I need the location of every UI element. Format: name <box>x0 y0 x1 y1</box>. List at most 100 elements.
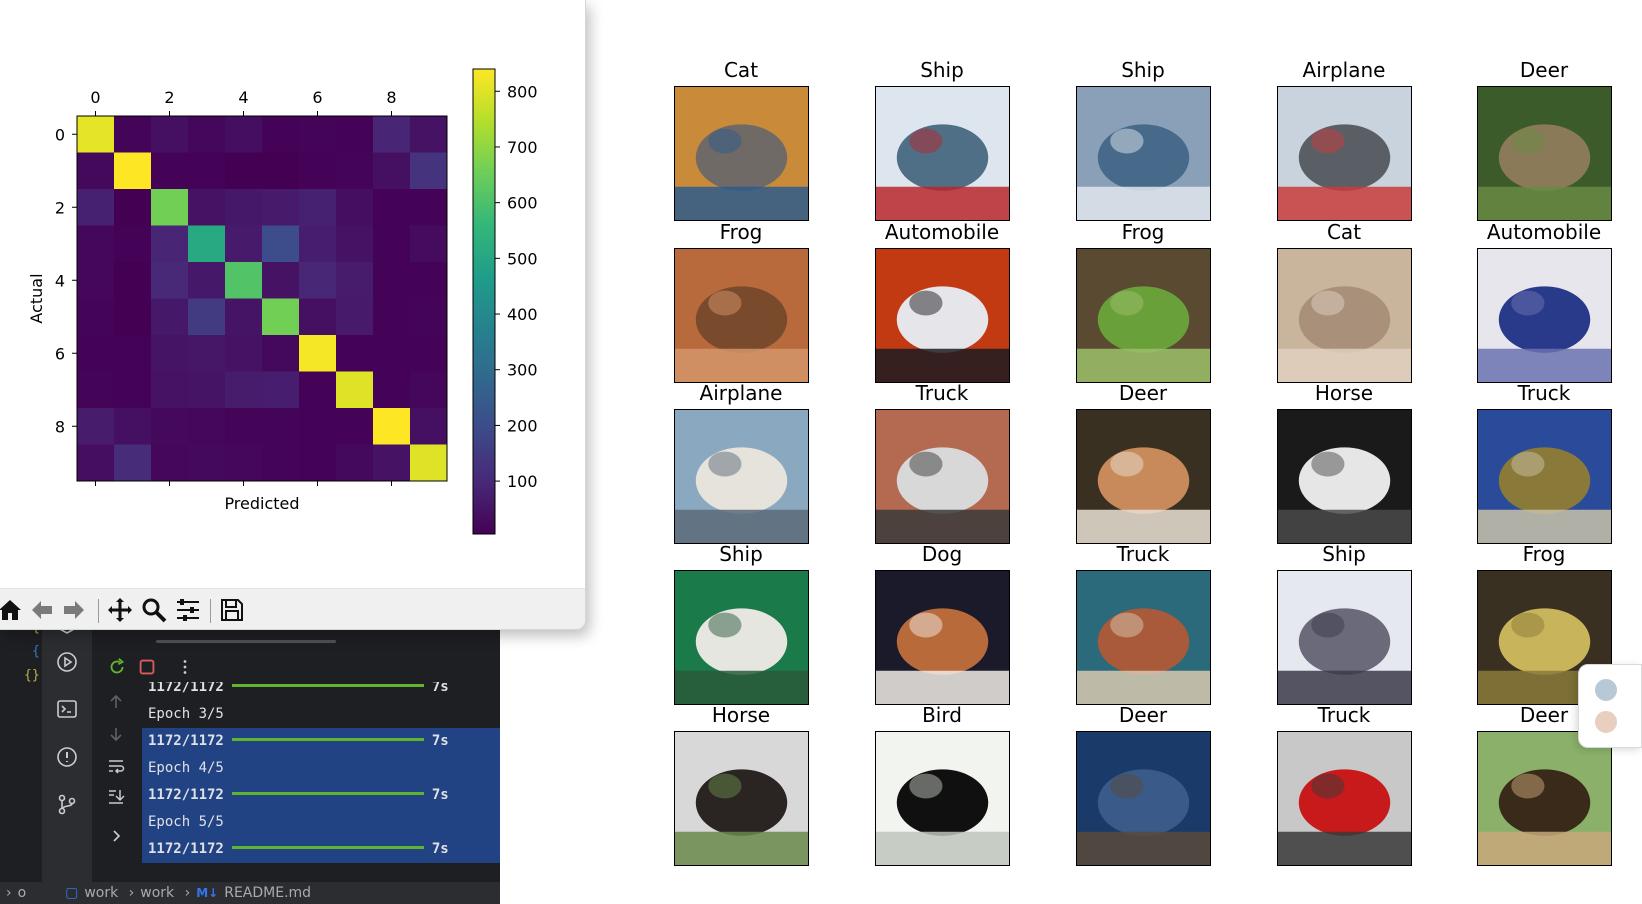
console-line: 1172/1172 7s <box>142 782 500 809</box>
heatmap-cell <box>188 152 226 190</box>
floating-chat-widget[interactable] <box>1578 664 1642 748</box>
x-tick-label: 0 <box>90 88 100 107</box>
avatar[interactable] <box>1593 709 1619 735</box>
sample-title: Ship <box>1322 542 1366 566</box>
console-line-text: 1172/1172 <box>148 733 224 749</box>
more-options-icon[interactable] <box>174 656 196 678</box>
ide-window: { { {} <box>0 614 500 904</box>
sample-image <box>1277 248 1412 383</box>
breadcrumb-separator-icon: › <box>128 885 135 901</box>
heatmap-cell <box>225 335 263 372</box>
sample-title: Frog <box>1522 542 1566 566</box>
heatmap-cell <box>410 298 448 336</box>
soft-wrap-icon[interactable] <box>106 756 126 776</box>
chevron-right-icon[interactable] <box>106 826 126 846</box>
heatmap-cell <box>410 225 448 263</box>
colorbar <box>472 68 496 535</box>
heatmap-cell <box>336 408 374 445</box>
sample-title: Deer <box>1118 703 1168 727</box>
console-line-text: Epoch 4/5 <box>148 760 224 776</box>
heatmap-cell <box>225 408 263 445</box>
heatmap-cell <box>299 444 337 482</box>
console-line-text: Epoch 3/5 <box>148 706 224 722</box>
scrollbar-thumb[interactable] <box>156 640 336 643</box>
git-icon[interactable] <box>55 792 79 816</box>
heatmap-cell <box>151 408 189 445</box>
x-tick-label: 8 <box>386 88 396 107</box>
sample-title: Truck <box>1317 703 1371 727</box>
heatmap-cell <box>373 225 411 263</box>
breadcrumb-item[interactable]: README.md <box>224 885 311 901</box>
heatmap-cell <box>262 225 300 263</box>
sample-image <box>674 248 809 383</box>
heatmap-cell <box>225 116 263 153</box>
sample-title: Horse <box>1314 381 1374 405</box>
avatar[interactable] <box>1593 677 1619 703</box>
heatmap-cell <box>225 225 263 263</box>
heatmap-cell <box>410 335 448 372</box>
heatmap-cell <box>77 298 115 336</box>
stop-icon[interactable] <box>136 656 158 678</box>
terminal-icon[interactable] <box>55 697 79 721</box>
scroll-to-end-icon[interactable] <box>106 786 126 806</box>
heatmap-cell <box>373 371 411 409</box>
x-tick-label: 4 <box>238 88 248 107</box>
console-output[interactable]: 1172/1172 7s Epoch 3/5 1172/1172 7s Epoch 4/5… <box>142 682 500 882</box>
heatmap-cell <box>299 225 337 263</box>
sample-image <box>1076 409 1211 544</box>
sample-title: Bird <box>922 703 962 727</box>
y-tick-label: 0 <box>55 125 65 144</box>
console-line: Epoch 4/5 <box>142 755 500 782</box>
heatmap-cell <box>299 298 337 336</box>
heatmap-cell <box>225 371 263 409</box>
y-axis-label: Actual <box>27 273 46 323</box>
heatmap-cell <box>410 444 448 482</box>
heatmap-cell <box>188 189 226 226</box>
console-line-text: 1172/1172 <box>148 682 224 695</box>
sample-image <box>1477 248 1612 383</box>
sample-image <box>875 86 1010 221</box>
rerun-icon[interactable] <box>106 656 128 678</box>
colorbar-tick-label: 500 <box>507 249 538 268</box>
heatmap-cell <box>299 335 337 372</box>
heatmap-cell <box>77 262 115 299</box>
breadcrumb-item[interactable]: work <box>84 885 118 901</box>
sample-title: Deer <box>1118 381 1168 405</box>
sample-image <box>674 409 809 544</box>
sample-image <box>1076 86 1211 221</box>
console-line-duration: 7s <box>431 733 449 749</box>
scroll-down-icon[interactable] <box>106 724 126 744</box>
breadcrumb-item[interactable]: work <box>140 885 174 901</box>
progress-bar <box>231 684 424 687</box>
console-line: 1172/1172 7s <box>142 728 500 755</box>
scroll-up-icon[interactable] <box>106 692 126 712</box>
sample-title: Cat <box>1326 220 1362 244</box>
heatmap-cell <box>77 444 115 482</box>
tree-item-label[interactable]: o <box>18 885 27 901</box>
heatmap-cell <box>262 444 300 482</box>
sample-title: Frog <box>719 220 763 244</box>
sample-title: Horse <box>711 703 771 727</box>
heatmap-cell <box>373 444 411 482</box>
problems-icon[interactable] <box>55 745 79 769</box>
sample-title: Truck <box>1116 542 1170 566</box>
heatmap-cell <box>77 371 115 409</box>
sample-image <box>1277 570 1412 705</box>
run-icon[interactable] <box>55 650 79 674</box>
zoom-icon[interactable] <box>140 597 168 623</box>
heatmap-cell <box>410 152 448 190</box>
y-tick-label: 2 <box>55 198 65 217</box>
heatmap-cell <box>225 189 263 226</box>
back-icon[interactable] <box>28 597 56 623</box>
forward-icon[interactable] <box>60 597 88 623</box>
sample-title: Airplane <box>1302 58 1386 82</box>
configure-icon[interactable] <box>174 597 202 623</box>
pan-icon[interactable] <box>106 597 134 623</box>
heatmap-cell <box>151 152 189 190</box>
heatmap-cell <box>151 444 189 482</box>
tree-chevron-icon[interactable]: › <box>6 885 12 901</box>
sample-title: Truck <box>1517 381 1571 405</box>
home-icon[interactable] <box>0 597 24 623</box>
heatmap-cell <box>188 116 226 153</box>
save-icon[interactable] <box>218 597 246 623</box>
